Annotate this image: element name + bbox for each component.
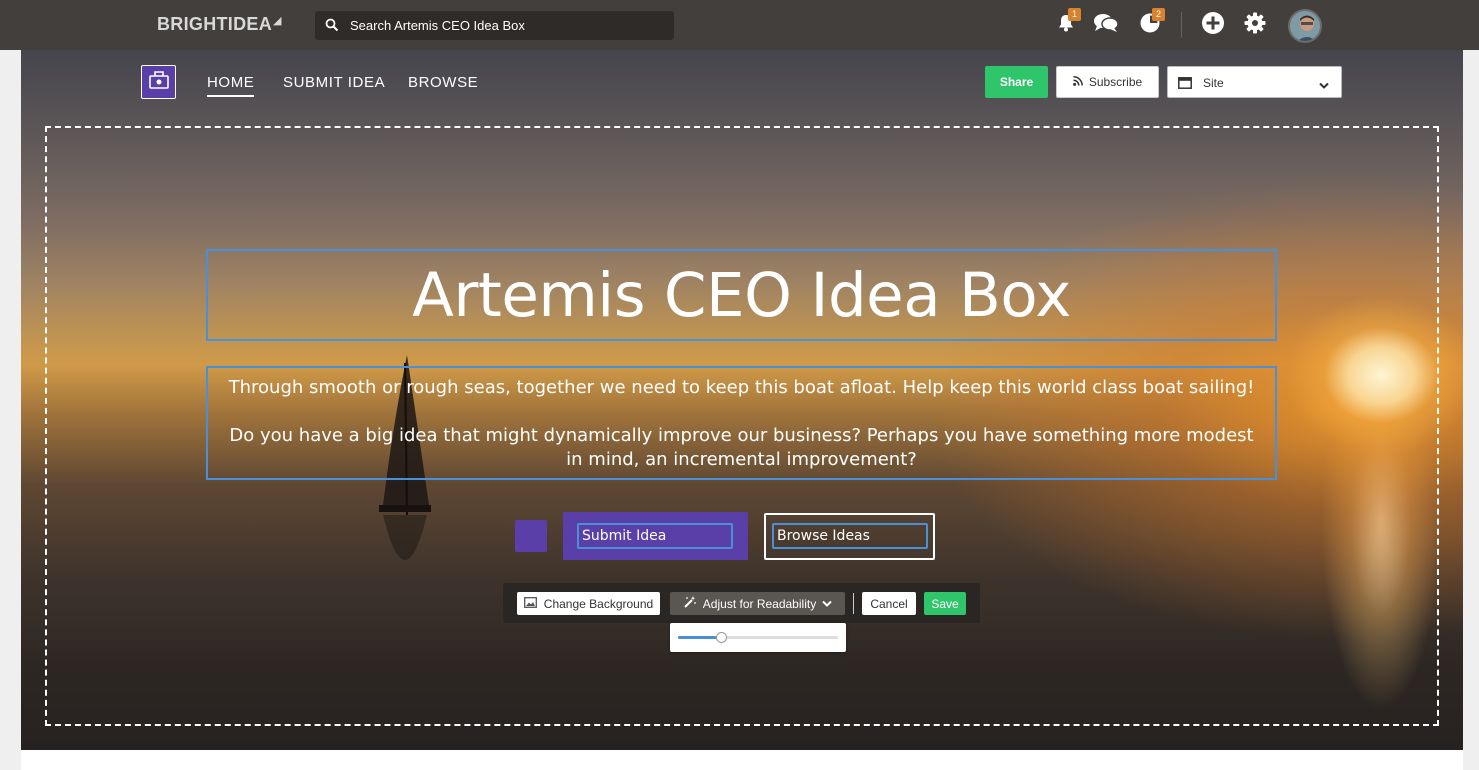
search-input[interactable] xyxy=(350,16,660,35)
cancel-button[interactable]: Cancel xyxy=(862,592,916,615)
content-area-top xyxy=(21,750,1463,770)
gear-icon xyxy=(1244,12,1266,39)
settings-button[interactable] xyxy=(1241,11,1269,39)
submit-idea-button[interactable]: Submit Idea xyxy=(563,512,748,560)
top-bar: BRIGHTIDEA◢ 1 2 xyxy=(0,0,1479,50)
nav-home[interactable]: HOME xyxy=(207,74,255,97)
subscribe-button[interactable]: Subscribe xyxy=(1056,66,1159,98)
browse-ideas-label[interactable]: Browse Ideas xyxy=(772,523,928,549)
image-icon xyxy=(523,596,537,611)
search-icon[interactable] xyxy=(325,18,339,37)
messages-button[interactable] xyxy=(1092,11,1120,39)
site-select-value: Site xyxy=(1203,76,1224,90)
page-title: Artemis CEO Idea Box xyxy=(412,259,1071,331)
readability-slider-panel xyxy=(670,623,846,652)
change-background-button[interactable]: Change Background xyxy=(517,592,660,615)
description-paragraph-2: Do you have a big idea that might dynami… xyxy=(229,425,1254,470)
brand-name: BRIGHTIDEA xyxy=(157,14,272,34)
idea-box-logo-icon xyxy=(148,70,170,95)
search-box xyxy=(315,11,674,40)
subscribe-label: Subscribe xyxy=(1088,75,1143,89)
site-select[interactable]: Site xyxy=(1167,66,1342,98)
browse-ideas-button[interactable]: Browse Ideas xyxy=(764,513,935,560)
brightidea-logo[interactable]: BRIGHTIDEA◢ xyxy=(157,14,282,35)
hero-description-editor[interactable]: Through smooth or rough seas, together w… xyxy=(206,366,1277,480)
readability-slider-fill xyxy=(678,636,722,639)
notification-count-badge: 1 xyxy=(1068,8,1081,21)
brand-mark: ◢ xyxy=(273,15,282,27)
toolbar-divider xyxy=(853,593,854,614)
save-button[interactable]: Save xyxy=(924,592,966,615)
change-background-label: Change Background xyxy=(543,596,654,611)
adjust-readability-dropdown[interactable]: Adjust for Readability xyxy=(670,592,845,615)
user-avatar[interactable] xyxy=(1288,9,1322,43)
magic-wand-icon xyxy=(683,595,697,612)
readability-slider-handle[interactable] xyxy=(716,632,728,643)
readability-slider[interactable] xyxy=(678,632,838,643)
adjust-readability-label: Adjust for Readability xyxy=(702,596,817,611)
notifications-button[interactable]: 1 xyxy=(1052,8,1081,39)
chevron-down-icon xyxy=(1319,77,1329,95)
chat-icon xyxy=(1093,12,1119,39)
activity-button[interactable]: 2 xyxy=(1136,8,1165,39)
button-color-swatch[interactable] xyxy=(515,520,547,552)
topbar-divider xyxy=(1181,12,1182,38)
plus-circle-icon xyxy=(1201,11,1225,40)
rss-icon xyxy=(1072,75,1083,89)
submit-idea-label[interactable]: Submit Idea xyxy=(577,523,733,549)
hero-editor-toolbar: Change Background Adjust for Readability… xyxy=(503,583,980,623)
share-button[interactable]: Share xyxy=(985,66,1048,98)
idea-box-logo[interactable] xyxy=(141,65,176,99)
chevron-down-icon xyxy=(822,597,832,611)
window-icon xyxy=(1178,76,1192,94)
description-paragraph-1: Through smooth or rough seas, together w… xyxy=(228,377,1255,398)
add-button[interactable] xyxy=(1199,11,1227,39)
nav-submit-idea[interactable]: SUBMIT IDEA xyxy=(283,74,385,91)
nav-browse[interactable]: BROWSE xyxy=(408,74,478,91)
hero-title-editor[interactable]: Artemis CEO Idea Box xyxy=(206,249,1277,341)
activity-count-badge: 2 xyxy=(1152,8,1165,21)
